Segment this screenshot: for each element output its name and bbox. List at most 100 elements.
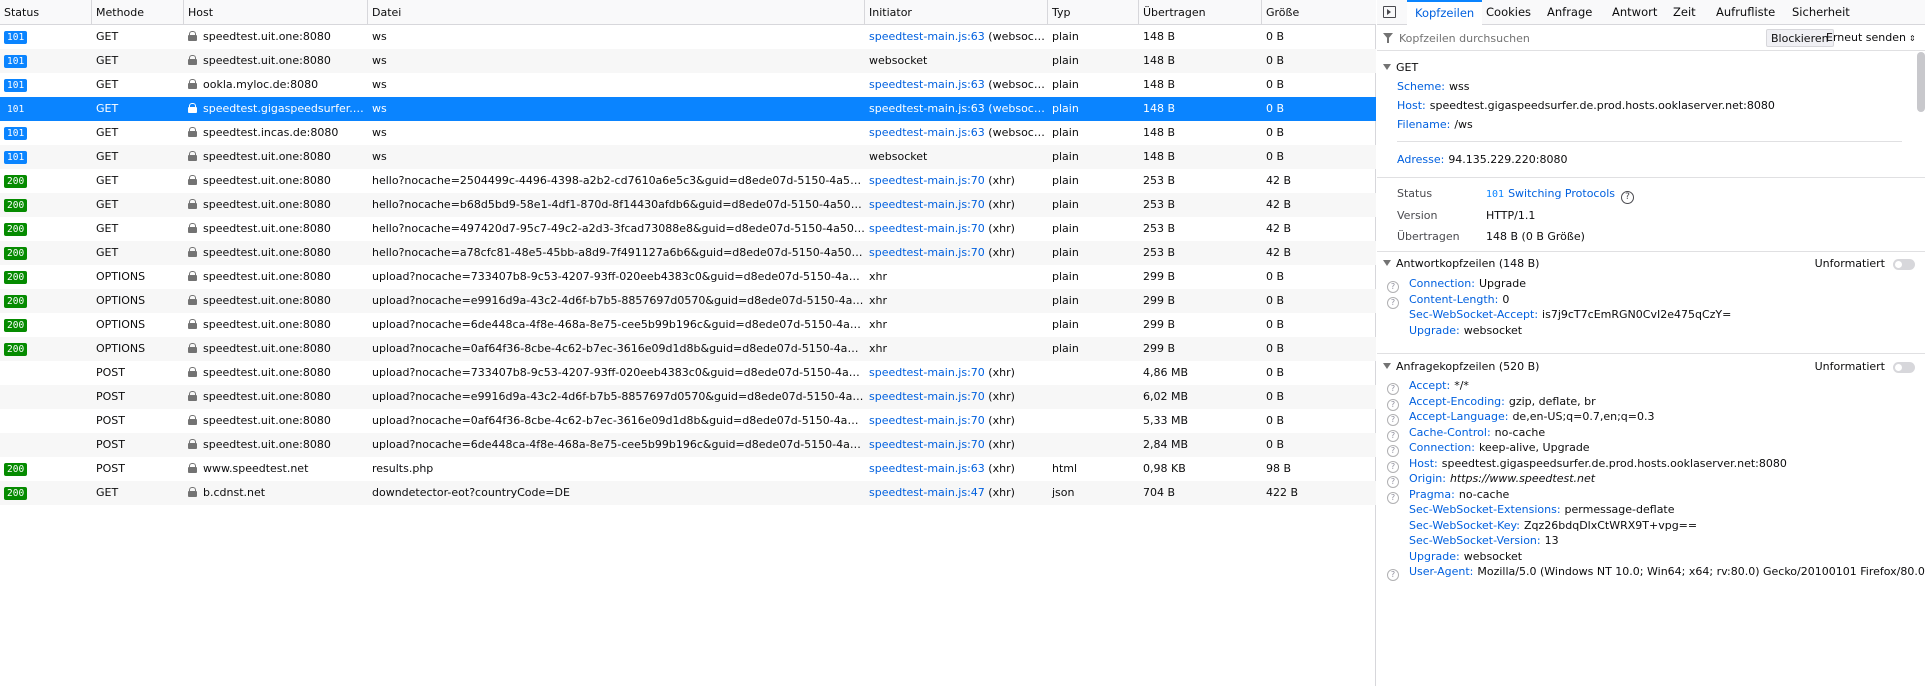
tab-request[interactable]: Anfrage xyxy=(1539,0,1600,25)
raw-headers-label: Unformatiert xyxy=(1814,360,1885,373)
initiator-link[interactable]: speedtest-main.js:70 xyxy=(869,390,985,403)
help-icon[interactable]: ? xyxy=(1621,191,1634,204)
method-cell: GET xyxy=(92,481,184,505)
header-row: ? User-Agent: Mozilla/5.0 (Windows NT 10.0… xyxy=(1387,562,1925,581)
column-size[interactable]: Größe xyxy=(1262,0,1376,25)
status-cell: 200 xyxy=(0,313,92,337)
initiator-cause: (xhr) xyxy=(988,438,1015,451)
host-text: b.cdnst.net xyxy=(203,486,266,499)
file-cell: ws xyxy=(368,73,865,97)
header-name: Content-Length: xyxy=(1409,292,1499,306)
request-row[interactable]: 101 GET speedtest.incas.de:8080 ws speedtest… xyxy=(0,121,1376,145)
column-file[interactable]: Datei xyxy=(368,0,865,25)
initiator-link[interactable]: speedtest-main.js:63 xyxy=(869,30,985,43)
header-value: */* xyxy=(1454,379,1469,392)
request-row[interactable]: POST speedtest.uit.one:8080 upload?nocache… xyxy=(0,385,1376,409)
header-value: 0 xyxy=(1502,292,1510,306)
method-cell: OPTIONS xyxy=(92,289,184,313)
scrollbar[interactable] xyxy=(1917,52,1925,112)
initiator-link[interactable]: speedtest-main.js:70 xyxy=(869,414,985,427)
request-row[interactable]: 200 GET b.cdnst.net downdetector-eot?countr… xyxy=(0,481,1376,505)
file-cell: upload?nocache=733407b8-9c53-4207-93ff-0… xyxy=(368,265,865,289)
transferred-cell: 253 B xyxy=(1139,217,1262,241)
resend-button[interactable]: Erneut senden ⇕ xyxy=(1822,29,1920,47)
status-badge: 101 xyxy=(4,30,28,44)
request-row[interactable]: 200 OPTIONS speedtest.uit.one:8080 upload?n… xyxy=(0,337,1376,361)
initiator-link[interactable]: speedtest-main.js:70 xyxy=(869,438,985,451)
request-row[interactable]: 200 GET speedtest.uit.one:8080 hello?nocach… xyxy=(0,169,1376,193)
initiator-link[interactable]: speedtest-main.js:63 xyxy=(869,126,985,139)
initiator-link[interactable]: speedtest-main.js:70 xyxy=(869,198,985,211)
column-host[interactable]: Host xyxy=(184,0,368,25)
initiator-link[interactable]: speedtest-main.js:63 xyxy=(869,78,985,91)
tab-timings[interactable]: Zeit xyxy=(1665,0,1704,25)
request-row[interactable]: 101 GET speedtest.uit.one:8080 ws websocket p… xyxy=(0,49,1376,73)
request-headers-toggle[interactable]: Anfragekopfzeilen (520 B) Unformatiert xyxy=(1377,357,1925,377)
host-text: ookla.myloc.de:8080 xyxy=(203,78,319,91)
request-row[interactable]: POST speedtest.uit.one:8080 upload?nocache… xyxy=(0,433,1376,457)
request-row[interactable]: POST speedtest.uit.one:8080 upload?nocache… xyxy=(0,361,1376,385)
request-row[interactable]: 200 OPTIONS speedtest.uit.one:8080 upload?n… xyxy=(0,313,1376,337)
host-text: speedtest.uit.one:8080 xyxy=(203,30,331,43)
raw-request-headers-toggle[interactable] xyxy=(1893,362,1915,373)
column-type[interactable]: Typ xyxy=(1048,0,1139,25)
column-transferred[interactable]: Übertragen xyxy=(1139,0,1262,25)
tab-security[interactable]: Sicherheit xyxy=(1784,0,1858,25)
host-cell: speedtest.gigaspeedsurfer.d... xyxy=(184,97,368,121)
type-cell: plain xyxy=(1048,337,1139,361)
scheme-key: Scheme: xyxy=(1397,80,1445,93)
help-icon[interactable]: ? xyxy=(1387,569,1399,581)
transferred-text: 253 B xyxy=(1143,174,1176,187)
initiator-link[interactable]: speedtest-main.js:63 xyxy=(869,102,985,115)
request-row[interactable]: 200 GET speedtest.uit.one:8080 hello?nocach… xyxy=(0,241,1376,265)
raw-response-headers-toggle[interactable] xyxy=(1893,259,1915,270)
summary-section-toggle[interactable]: GET xyxy=(1377,58,1925,78)
status-row: Status 101 Switching Protocols? xyxy=(1397,184,1634,204)
type-cell: plain xyxy=(1048,73,1139,97)
type-cell: html xyxy=(1048,457,1139,481)
transferred-text: 299 B xyxy=(1143,318,1176,331)
request-row[interactable]: 200 OPTIONS speedtest.uit.one:8080 upload?n… xyxy=(0,289,1376,313)
tab-cookies[interactable]: Cookies xyxy=(1478,0,1539,25)
type-text: plain xyxy=(1052,30,1079,43)
transferred-cell: 6,02 MB xyxy=(1139,385,1262,409)
type-text: plain xyxy=(1052,294,1079,307)
initiator-link[interactable]: speedtest-main.js:70 xyxy=(869,366,985,379)
divider xyxy=(1397,141,1902,142)
tab-stack-trace[interactable]: Aufrufliste xyxy=(1708,0,1783,25)
host-text: speedtest.uit.one:8080 xyxy=(203,150,331,163)
request-row[interactable]: 101 GET speedtest.gigaspeedsurfer.d... ws sp… xyxy=(0,97,1376,121)
status-cell: 200 xyxy=(0,457,92,481)
lock-icon xyxy=(188,151,197,161)
response-headers-toggle[interactable]: Antwortkopfzeilen (148 B) Unformatiert xyxy=(1377,254,1925,274)
transferred-text: 148 B xyxy=(1143,54,1176,67)
size-cell: 0 B xyxy=(1262,121,1376,145)
file-cell: upload?nocache=e9916d9a-43c2-4d6f-b7b5-8… xyxy=(368,289,865,313)
size-text: 42 B xyxy=(1266,174,1292,187)
transferred-cell: 148 B xyxy=(1139,97,1262,121)
tab-response[interactable]: Antwort xyxy=(1604,0,1665,25)
size-cell: 0 B xyxy=(1262,313,1376,337)
request-row[interactable]: 200 GET speedtest.uit.one:8080 hello?nocach… xyxy=(0,217,1376,241)
request-row[interactable]: POST speedtest.uit.one:8080 upload?nocache… xyxy=(0,409,1376,433)
request-row[interactable]: 101 GET speedtest.uit.one:8080 ws speedtest-… xyxy=(0,25,1376,49)
initiator-link[interactable]: speedtest-main.js:70 xyxy=(869,174,985,187)
initiator-link[interactable]: speedtest-main.js:70 xyxy=(869,246,985,259)
initiator-link[interactable]: speedtest-main.js:47 xyxy=(869,486,985,499)
request-row[interactable]: 101 GET ookla.myloc.de:8080 ws speedtest-mai… xyxy=(0,73,1376,97)
tab-headers[interactable]: Kopfzeilen xyxy=(1407,0,1483,25)
column-initiator[interactable]: Initiator xyxy=(865,0,1048,25)
column-method[interactable]: Methode xyxy=(92,0,184,25)
request-row[interactable]: 101 GET speedtest.uit.one:8080 ws websocket p… xyxy=(0,145,1376,169)
column-status[interactable]: Status xyxy=(0,0,92,25)
toggle-sidebar-icon[interactable] xyxy=(1383,6,1396,18)
headers-search-input[interactable] xyxy=(1399,29,1679,47)
initiator-link[interactable]: speedtest-main.js:70 xyxy=(869,222,985,235)
transferred-text: 253 B xyxy=(1143,246,1176,259)
type-text: html xyxy=(1052,462,1078,475)
details-panel: Kopfzeilen Cookies Anfrage Antwort Zeit … xyxy=(1377,0,1925,686)
request-row[interactable]: 200 POST www.speedtest.net results.php speed… xyxy=(0,457,1376,481)
request-row[interactable]: 200 GET speedtest.uit.one:8080 hello?nocach… xyxy=(0,193,1376,217)
initiator-link[interactable]: speedtest-main.js:63 xyxy=(869,462,985,475)
request-row[interactable]: 200 OPTIONS speedtest.uit.one:8080 upload?n… xyxy=(0,265,1376,289)
